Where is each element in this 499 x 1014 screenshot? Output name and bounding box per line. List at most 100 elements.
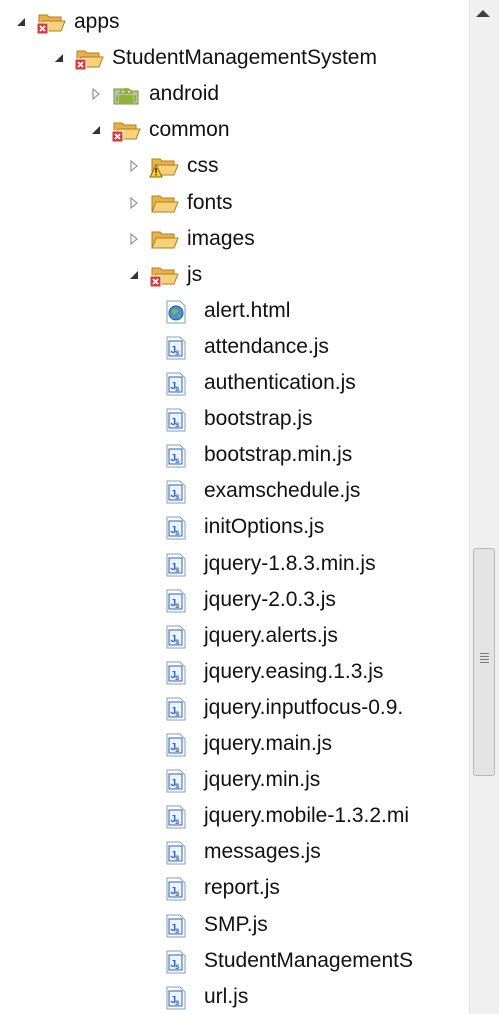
js-file-icon: Js — [163, 660, 189, 686]
js-file-icon: Js — [163, 696, 189, 722]
tree-item-label: images — [187, 227, 255, 250]
tree-item-label: js — [187, 263, 203, 286]
js-file-icon: Js — [163, 804, 189, 830]
tree-item-label: url.js — [204, 985, 249, 1008]
tree-item[interactable]: Js jquery-1.8.3.min.js — [0, 548, 470, 580]
svg-text:s: s — [175, 889, 180, 898]
tree-item-label: bootstrap.min.js — [204, 443, 353, 466]
tree-item-label: initOptions.js — [204, 515, 325, 538]
tree-item-label: messages.js — [204, 840, 321, 863]
tree-item[interactable]: css — [0, 150, 470, 182]
tree-item[interactable]: Js jquery.alerts.js — [0, 620, 470, 652]
tree-item[interactable]: Js messages.js — [0, 836, 470, 868]
tree-item[interactable]: Js jquery-2.0.3.js — [0, 584, 470, 616]
collapse-arrow-icon[interactable] — [14, 15, 28, 29]
tree-item[interactable]: Js jquery.easing.1.3.js — [0, 656, 470, 688]
js-file-icon: Js — [163, 913, 189, 939]
svg-text:s: s — [175, 853, 180, 862]
js-file-icon: Js — [163, 768, 189, 794]
tree-item-label: jquery.min.js — [204, 768, 321, 791]
svg-text:s: s — [175, 348, 180, 357]
js-file-icon: Js — [163, 552, 189, 578]
tree-item[interactable]: Js jquery.inputfocus-0.9. — [0, 692, 470, 724]
folder-icon — [149, 225, 179, 253]
tree-item[interactable]: StudentManagementSystem — [0, 42, 470, 74]
tree-item-label: report.js — [204, 876, 280, 899]
svg-text:s: s — [175, 817, 180, 826]
js-file-icon: Js — [163, 949, 189, 975]
svg-text:s: s — [175, 528, 180, 537]
js-file-icon: Js — [163, 407, 189, 433]
tree-item[interactable]: Js initOptions.js — [0, 511, 470, 543]
tree-item[interactable]: Js jquery.min.js — [0, 764, 470, 796]
tree-item[interactable]: common — [0, 114, 470, 146]
tree-item-label: bootstrap.js — [204, 407, 313, 430]
tree-item[interactable]: Js report.js — [0, 872, 470, 904]
js-file-icon: Js — [163, 443, 189, 469]
svg-text:s: s — [175, 456, 180, 465]
tree-item[interactable]: Js url.js — [0, 981, 470, 1013]
collapse-arrow-icon[interactable] — [89, 123, 103, 137]
tree-item[interactable]: Js SMP.js — [0, 909, 470, 941]
svg-text:s: s — [175, 637, 180, 646]
tree-item[interactable]: apps — [0, 6, 470, 38]
tree-item-label: android — [149, 82, 220, 105]
expand-arrow-icon[interactable] — [127, 232, 141, 246]
tree-item-label: jquery.mobile-1.3.2.mi — [204, 804, 410, 827]
folder-warning-icon — [149, 152, 179, 180]
tree-item[interactable]: Js jquery.main.js — [0, 728, 470, 760]
collapse-arrow-icon[interactable] — [52, 51, 66, 65]
tree-item-label: jquery.easing.1.3.js — [204, 660, 384, 683]
android-folder-icon — [111, 80, 141, 108]
expand-arrow-icon[interactable] — [127, 196, 141, 210]
tree-item[interactable]: alert.html — [0, 295, 470, 327]
js-file-icon: Js — [163, 876, 189, 902]
js-file-icon: Js — [163, 588, 189, 614]
scroll-up-arrow-icon[interactable] — [476, 10, 490, 17]
svg-text:s: s — [175, 601, 180, 610]
folder-icon — [149, 189, 179, 217]
tree-item[interactable]: js — [0, 259, 470, 291]
folder-error-icon — [36, 8, 66, 36]
js-file-icon: Js — [163, 732, 189, 758]
tree-item[interactable]: Js jquery.mobile-1.3.2.mi — [0, 800, 470, 832]
tree-item[interactable]: Js bootstrap.min.js — [0, 439, 470, 471]
tree-item-label: jquery-1.8.3.min.js — [204, 552, 376, 575]
folder-error-icon — [111, 116, 141, 144]
scroll-thumb[interactable] — [473, 548, 495, 776]
expand-arrow-icon[interactable] — [127, 159, 141, 173]
tree-item[interactable]: Js examschedule.js — [0, 475, 470, 507]
tree-item-label: css — [187, 154, 219, 177]
js-file-icon: Js — [163, 479, 189, 505]
svg-text:s: s — [175, 384, 180, 393]
folder-error-icon — [74, 44, 104, 72]
tree-item[interactable]: fonts — [0, 187, 470, 219]
tree-item-label: fonts — [187, 191, 233, 214]
svg-text:s: s — [175, 673, 180, 682]
tree-item-label: apps — [74, 10, 120, 33]
tree-item-label: jquery-2.0.3.js — [204, 588, 336, 611]
tree-item[interactable]: images — [0, 223, 470, 255]
svg-text:s: s — [175, 926, 180, 935]
html-file-icon — [163, 299, 189, 325]
svg-text:s: s — [175, 745, 180, 754]
collapse-arrow-icon[interactable] — [127, 268, 141, 282]
tree-item[interactable]: android — [0, 78, 470, 110]
svg-text:s: s — [175, 962, 180, 971]
tree-item[interactable]: Js StudentManagementS — [0, 945, 470, 977]
tree-item[interactable]: Js attendance.js — [0, 331, 470, 363]
grip-icon — [480, 653, 489, 665]
tree-item[interactable]: Js authentication.js — [0, 367, 470, 399]
svg-text:s: s — [175, 709, 180, 718]
project-explorer-tree[interactable]: apps StudentManagementSystem android common… — [0, 0, 470, 1014]
tree-item[interactable]: Js bootstrap.js — [0, 403, 470, 435]
folder-error-icon — [149, 261, 179, 289]
expand-arrow-icon[interactable] — [89, 87, 103, 101]
vertical-scrollbar[interactable] — [469, 0, 499, 1014]
js-file-icon: Js — [163, 515, 189, 541]
tree-item-label: jquery.main.js — [204, 732, 332, 755]
tree-item-label: alert.html — [204, 299, 291, 322]
tree-item-label: examschedule.js — [204, 479, 361, 502]
tree-item-label: jquery.alerts.js — [204, 624, 338, 647]
tree-item-label: attendance.js — [204, 335, 329, 358]
